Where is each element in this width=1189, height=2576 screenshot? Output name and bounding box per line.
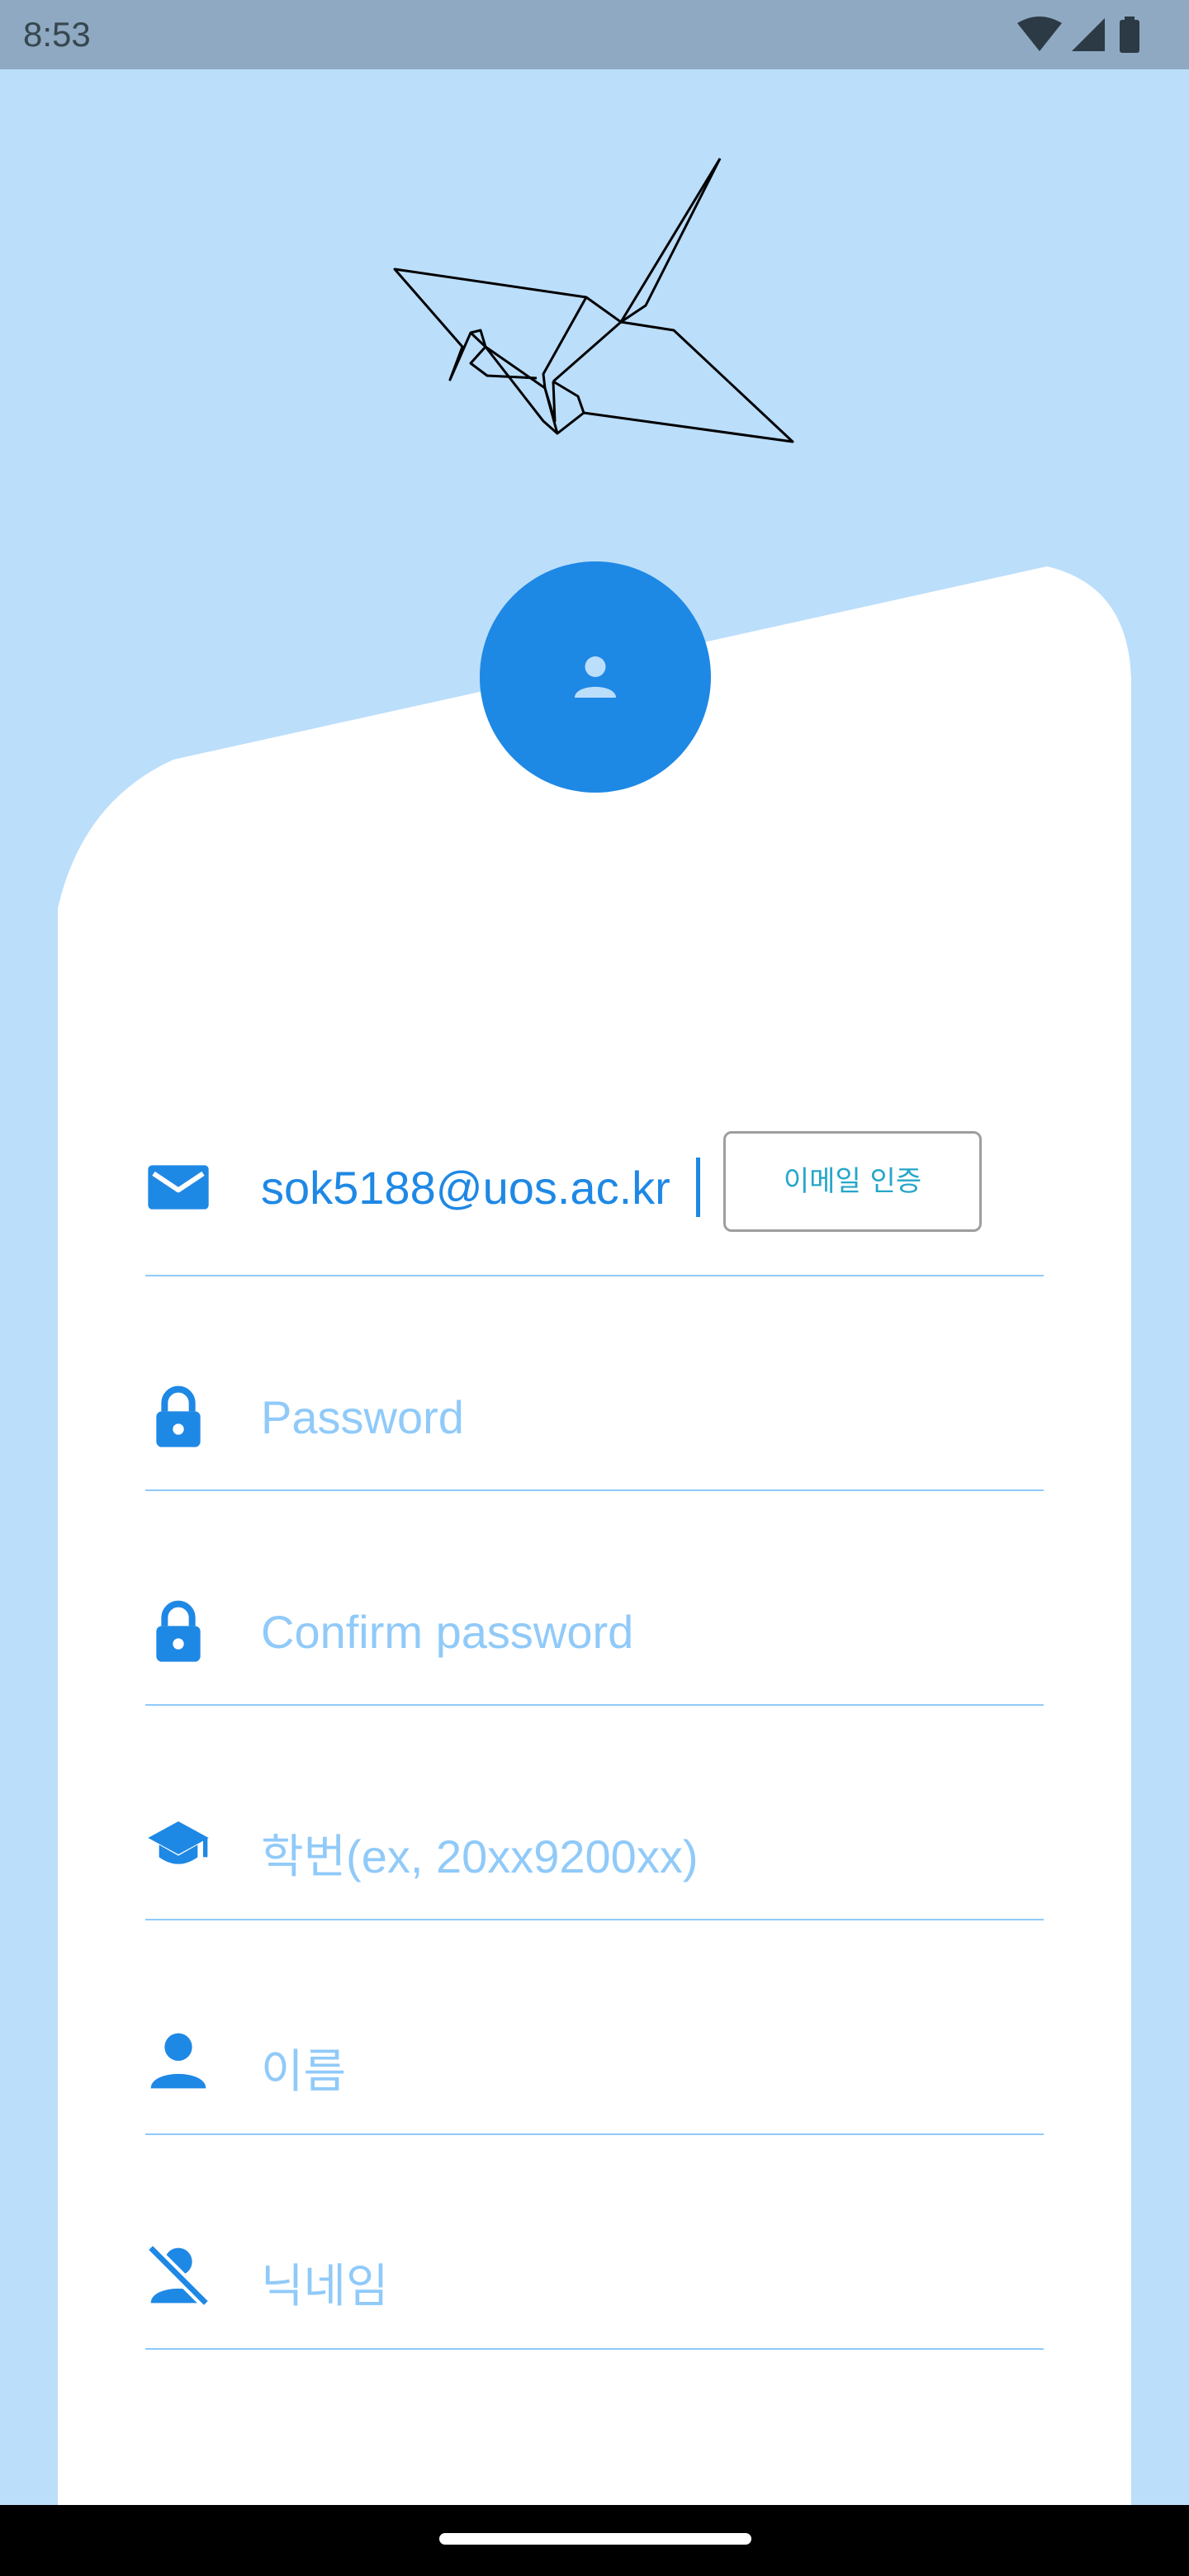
graduation-cap-icon bbox=[148, 1821, 209, 1864]
status-bar: 8:53 bbox=[0, 0, 1189, 69]
lock-icon bbox=[156, 1600, 201, 1662]
student-id-field[interactable]: 학번(ex, 20xx9200xx) bbox=[261, 1820, 698, 1887]
status-time: 8:53 bbox=[23, 15, 91, 54]
email-verify-button[interactable]: 이메일 인증 bbox=[723, 1131, 982, 1232]
email-field[interactable]: sok5188@uos.ac.kr bbox=[261, 1161, 670, 1215]
nickname-row: 닉네임 bbox=[145, 2135, 1044, 2350]
password-row: Password bbox=[145, 1276, 1044, 1491]
person-icon bbox=[150, 2033, 206, 2089]
confirm-password-field[interactable]: Confirm password bbox=[261, 1605, 633, 1659]
lock-icon bbox=[156, 1385, 201, 1447]
person-icon bbox=[575, 656, 616, 698]
text-caret bbox=[696, 1158, 700, 1217]
name-row: 이름 bbox=[145, 1920, 1044, 2135]
name-field[interactable]: 이름 bbox=[261, 2034, 346, 2101]
signup-form: sok5188@uos.ac.kr 이메일 인증 Password Confir… bbox=[145, 1098, 1044, 2350]
wifi-icon bbox=[1017, 17, 1062, 51]
person-off-icon bbox=[146, 2243, 211, 2308]
battery-icon bbox=[1120, 17, 1139, 53]
home-gesture-handle[interactable] bbox=[439, 2533, 751, 2545]
email-row: sok5188@uos.ac.kr 이메일 인증 bbox=[145, 1098, 1044, 1276]
mail-icon bbox=[148, 1165, 209, 1210]
cellular-signal-icon bbox=[1072, 18, 1105, 51]
student-id-row: 학번(ex, 20xx9200xx) bbox=[145, 1706, 1044, 1920]
navigation-bar bbox=[0, 2505, 1189, 2576]
password-field[interactable]: Password bbox=[261, 1390, 464, 1444]
nickname-field[interactable]: 닉네임 bbox=[261, 2249, 389, 2316]
status-icons bbox=[1016, 17, 1156, 53]
avatar[interactable] bbox=[480, 561, 711, 793]
paper-crane-icon bbox=[393, 158, 794, 443]
confirm-password-row: Confirm password bbox=[145, 1491, 1044, 1706]
